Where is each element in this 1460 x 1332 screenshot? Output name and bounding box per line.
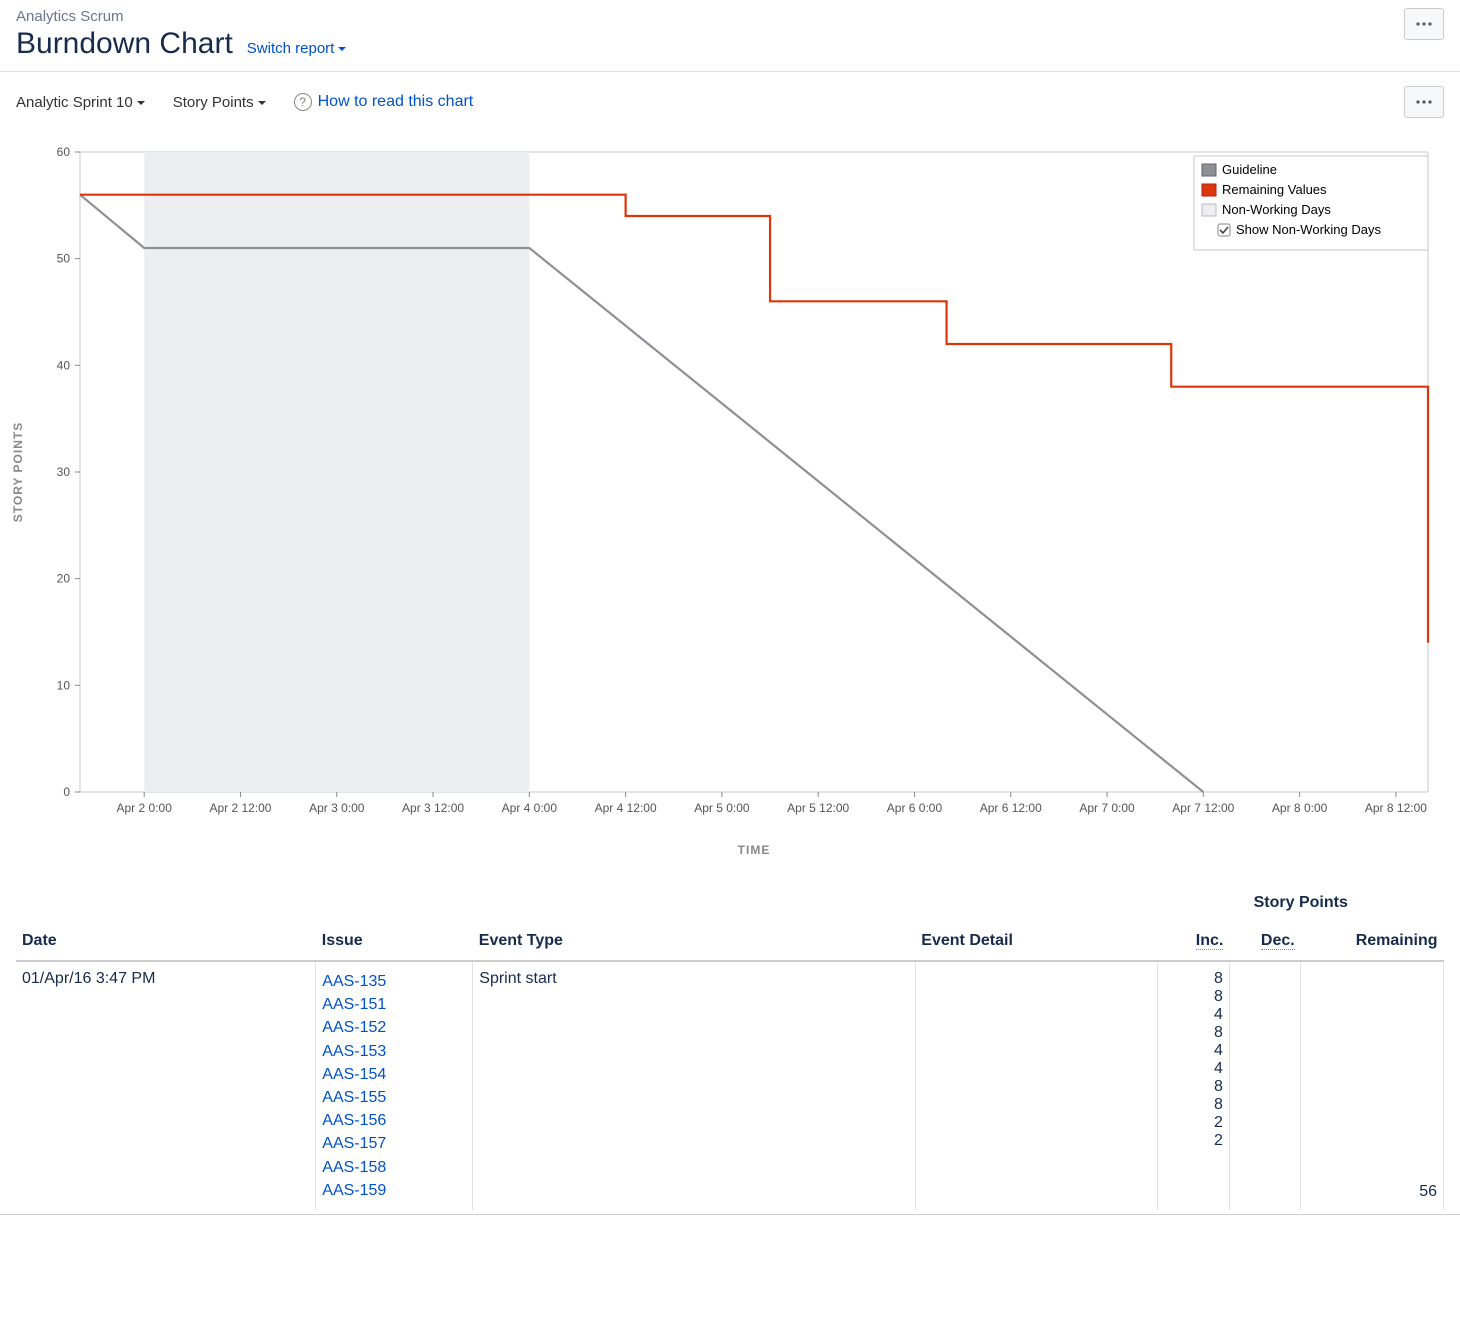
svg-text:40: 40 xyxy=(57,358,71,372)
svg-text:Apr 5 12:00: Apr 5 12:00 xyxy=(787,801,849,815)
col-inc[interactable]: Inc. xyxy=(1158,922,1229,961)
issue-link[interactable]: AAS-155 xyxy=(322,1086,466,1109)
more-icon xyxy=(1415,99,1433,105)
svg-text:Apr 2 12:00: Apr 2 12:00 xyxy=(209,801,271,815)
chart-actions-button[interactable] xyxy=(1404,86,1444,118)
story-points-group-header: Story Points xyxy=(1158,884,1444,922)
svg-text:Apr 2 0:00: Apr 2 0:00 xyxy=(117,801,173,815)
issue-link[interactable]: AAS-135 xyxy=(322,970,466,993)
col-date[interactable]: Date xyxy=(16,922,316,961)
svg-text:Apr 7 12:00: Apr 7 12:00 xyxy=(1172,801,1234,815)
svg-text:Apr 4 0:00: Apr 4 0:00 xyxy=(502,801,558,815)
project-name: Analytics Scrum xyxy=(16,8,346,25)
svg-text:Remaining Values: Remaining Values xyxy=(1222,182,1327,197)
switch-report-link[interactable]: Switch report xyxy=(247,40,347,57)
svg-text:TIME: TIME xyxy=(738,843,771,857)
issue-link[interactable]: AAS-153 xyxy=(322,1040,466,1063)
issue-link[interactable]: AAS-151 xyxy=(322,993,466,1016)
burndown-chart: 0 10 20 30 40 50 60 Apr 2 0:00 Apr 2 12:00 Apr 3 … xyxy=(0,132,1444,872)
issue-link[interactable]: AAS-156 xyxy=(322,1109,466,1132)
how-to-read-link[interactable]: ? How to read this chart xyxy=(294,93,474,111)
svg-text:0: 0 xyxy=(63,785,70,799)
col-remaining[interactable]: Remaining xyxy=(1301,922,1444,961)
page-actions-button[interactable] xyxy=(1404,8,1444,40)
svg-text:10: 10 xyxy=(57,678,71,692)
svg-text:50: 50 xyxy=(57,252,71,266)
svg-text:STORY POINTS: STORY POINTS xyxy=(11,422,25,522)
svg-text:Non-Working Days: Non-Working Days xyxy=(1222,202,1331,217)
page-title: Burndown Chart xyxy=(16,27,233,61)
col-dec[interactable]: Dec. xyxy=(1229,922,1300,961)
issue-link[interactable]: AAS-158 xyxy=(322,1156,466,1179)
svg-text:Apr 7 0:00: Apr 7 0:00 xyxy=(1079,801,1135,815)
svg-text:Apr 3 12:00: Apr 3 12:00 xyxy=(402,801,464,815)
svg-text:Show Non-Working Days: Show Non-Working Days xyxy=(1236,222,1381,237)
more-icon xyxy=(1415,21,1433,27)
svg-text:Apr 8 12:00: Apr 8 12:00 xyxy=(1365,801,1427,815)
svg-text:Apr 6 0:00: Apr 6 0:00 xyxy=(887,801,943,815)
issue-link[interactable]: AAS-157 xyxy=(322,1132,466,1155)
svg-text:20: 20 xyxy=(57,572,71,586)
svg-text:30: 30 xyxy=(57,465,71,479)
svg-text:Apr 4 12:00: Apr 4 12:00 xyxy=(595,801,657,815)
estimation-dropdown[interactable]: Story Points xyxy=(173,94,266,111)
svg-text:Apr 5 0:00: Apr 5 0:00 xyxy=(694,801,750,815)
col-issue[interactable]: Issue xyxy=(316,922,473,961)
issue-link[interactable]: AAS-154 xyxy=(322,1063,466,1086)
svg-text:Guideline: Guideline xyxy=(1222,162,1277,177)
svg-text:Apr 3 0:00: Apr 3 0:00 xyxy=(309,801,365,815)
col-event-detail[interactable]: Event Detail xyxy=(915,922,1158,961)
svg-text:60: 60 xyxy=(57,145,71,159)
how-to-label: How to read this chart xyxy=(318,93,474,111)
svg-text:Apr 6 12:00: Apr 6 12:00 xyxy=(980,801,1042,815)
events-table: Story Points Date Issue Event Type Event… xyxy=(16,884,1444,1210)
svg-text:Apr 8 0:00: Apr 8 0:00 xyxy=(1272,801,1328,815)
sprint-dropdown[interactable]: Analytic Sprint 10 xyxy=(16,94,145,111)
col-event-type[interactable]: Event Type xyxy=(473,922,916,961)
help-icon: ? xyxy=(294,93,312,111)
issue-link[interactable]: AAS-152 xyxy=(322,1016,466,1039)
issue-link[interactable]: AAS-159 xyxy=(322,1179,466,1202)
